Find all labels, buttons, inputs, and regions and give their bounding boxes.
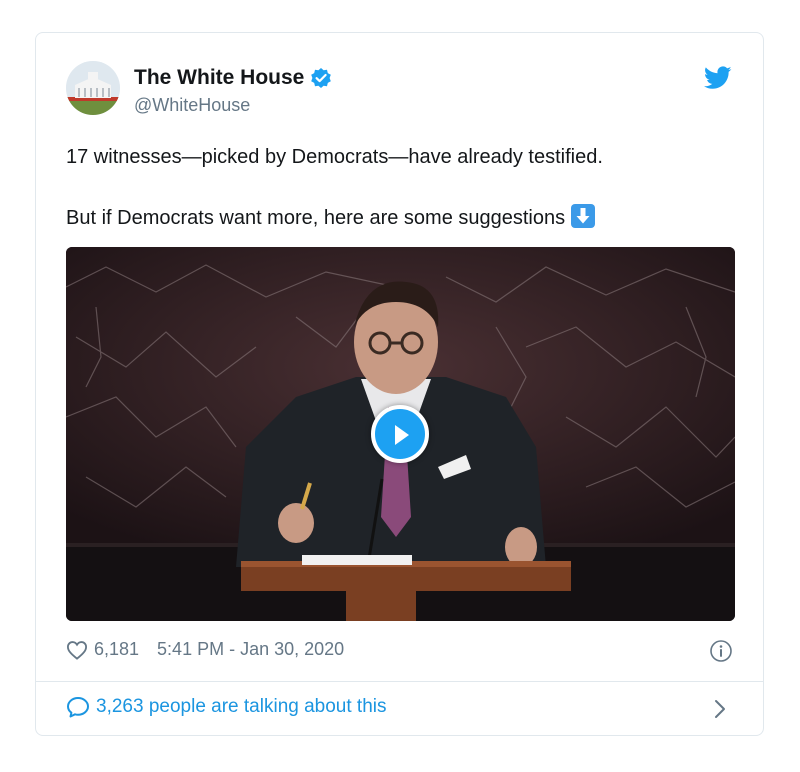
tweet-meta-row: 6,181 5:41 PM - Jan 30, 2020	[66, 639, 344, 660]
handle[interactable]: @WhiteHouse	[134, 95, 250, 116]
tweet-text-line-2: But if Democrats want more, here are som…	[66, 204, 596, 231]
display-name[interactable]: The White House	[134, 66, 304, 90]
play-button[interactable]	[371, 405, 429, 463]
conversation-count[interactable]: 3,263 people are talking about this	[96, 696, 387, 718]
avatar[interactable]	[66, 61, 120, 115]
down-arrow-emoji-icon	[571, 204, 596, 228]
like-count[interactable]: 6,181	[94, 639, 139, 660]
video-player[interactable]	[66, 247, 735, 621]
divider	[36, 681, 763, 682]
author-name-row[interactable]: The White House	[134, 66, 332, 90]
info-icon[interactable]	[709, 639, 733, 663]
tweet-text-line-2-content: But if Democrats want more, here are som…	[66, 207, 566, 229]
timestamp[interactable]: 5:41 PM - Jan 30, 2020	[157, 639, 344, 660]
play-icon	[395, 425, 409, 445]
speech-bubble-icon	[67, 697, 89, 718]
chevron-right-icon[interactable]	[712, 698, 728, 720]
tweet-card[interactable]: The White House @WhiteHouse 17 witnesses…	[35, 32, 764, 736]
verified-badge-icon	[310, 67, 332, 89]
heart-icon[interactable]	[66, 640, 88, 660]
conversation-link[interactable]: 3,263 people are talking about this	[66, 696, 387, 718]
twitter-bird-icon[interactable]	[703, 66, 732, 90]
tweet-text-line-1: 17 witnesses—picked by Democrats—have al…	[66, 146, 603, 168]
